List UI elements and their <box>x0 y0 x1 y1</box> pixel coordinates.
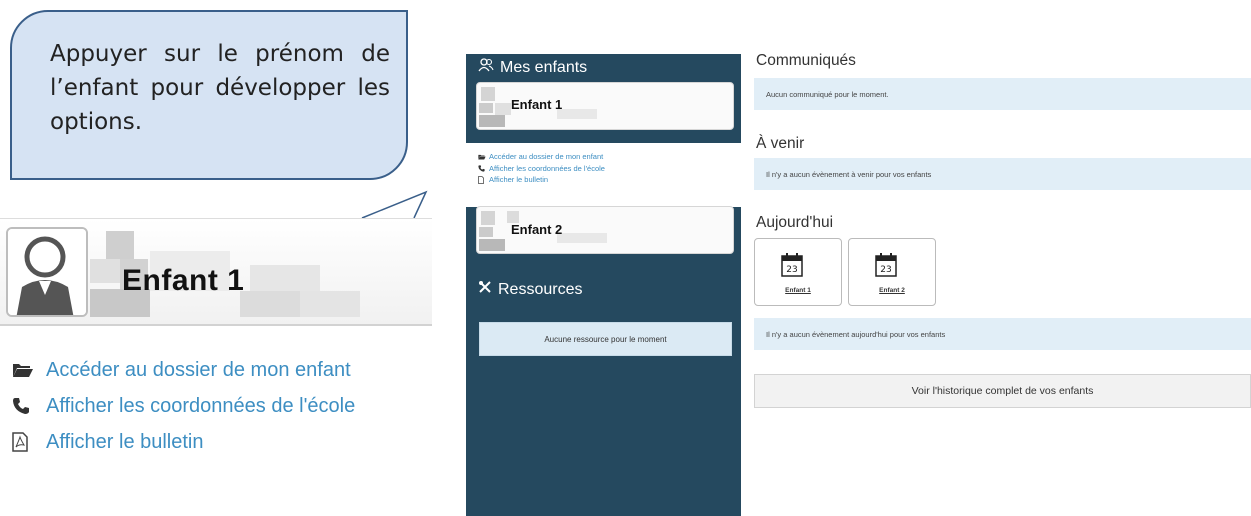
children-heading: Mes enfants <box>478 58 587 77</box>
pdf-file-icon <box>478 176 489 184</box>
resources-heading: Ressources <box>478 280 582 299</box>
child-card-1[interactable]: Enfant 1 <box>476 82 734 130</box>
app-screenshot: Mes enfants Enfant 1 Accéder au dossier … <box>466 40 1251 516</box>
avatar-icon <box>6 227 88 317</box>
tutorial-screenshot: Appuyer sur le prénom de l’enfant pour d… <box>0 0 1251 516</box>
school-contact-link[interactable]: Afficher les coordonnées de l'école <box>12 388 355 424</box>
calendar-icon: 23 <box>875 253 897 277</box>
report-card-link[interactable]: Afficher le bulletin <box>478 174 741 186</box>
child-name-1[interactable]: Enfant 1 <box>511 97 562 112</box>
tile-label[interactable]: Enfant 1 <box>755 287 841 294</box>
callout-text: Appuyer sur le prénom de l’enfant pour d… <box>50 41 390 135</box>
tile-label[interactable]: Enfant 2 <box>849 287 935 294</box>
upcoming-title: À venir <box>756 135 805 152</box>
report-card-link[interactable]: Afficher le bulletin <box>12 424 355 460</box>
today-empty: Il n'y a aucun évènement aujourd'hui pou… <box>754 318 1251 350</box>
open-child-file-link[interactable]: Accéder au dossier de mon enfant <box>12 352 355 388</box>
calendar-day: 23 <box>786 265 797 275</box>
users-icon <box>478 58 494 77</box>
phone-icon <box>12 397 46 415</box>
open-child-file-link[interactable]: Accéder au dossier de mon enfant <box>478 151 741 163</box>
calendar-icon: 23 <box>781 253 803 277</box>
pdf-file-icon <box>12 432 46 452</box>
folder-open-icon <box>478 154 489 160</box>
communiques-title: Communiqués <box>756 52 856 69</box>
phone-icon <box>478 165 489 172</box>
today-tile-child-1[interactable]: 23 Enfant 1 <box>754 238 842 306</box>
calendar-day: 23 <box>880 265 891 275</box>
zoomed-child-name[interactable]: Enfant 1 <box>122 264 244 298</box>
zoomed-child-menu: Accéder au dossier de mon enfant Affiche… <box>12 352 355 460</box>
main-content: Communiqués Aucun communiqué pour le mom… <box>754 40 1251 516</box>
view-history-button[interactable]: Voir l'historique complet de vos enfants <box>754 374 1251 408</box>
resources-empty-message: Aucune ressource pour le moment <box>479 322 732 356</box>
tools-icon <box>478 280 492 299</box>
school-contact-link[interactable]: Afficher les coordonnées de l'école <box>478 163 741 175</box>
instruction-callout: Appuyer sur le prénom de l’enfant pour d… <box>10 10 408 180</box>
upcoming-empty: Il n'y a aucun évènement à venir pour vo… <box>754 158 1251 190</box>
child-1-menu: Accéder au dossier de mon enfant Affiche… <box>466 143 741 207</box>
sidebar: Mes enfants Enfant 1 Accéder au dossier … <box>466 54 741 516</box>
folder-open-icon <box>12 362 46 378</box>
today-title: Aujourd'hui <box>756 214 834 231</box>
communiques-empty: Aucun communiqué pour le moment. <box>754 78 1251 110</box>
today-tile-child-2[interactable]: 23 Enfant 2 <box>848 238 936 306</box>
child-card-2[interactable]: Enfant 2 <box>476 206 734 254</box>
child-name-2[interactable]: Enfant 2 <box>511 222 562 237</box>
